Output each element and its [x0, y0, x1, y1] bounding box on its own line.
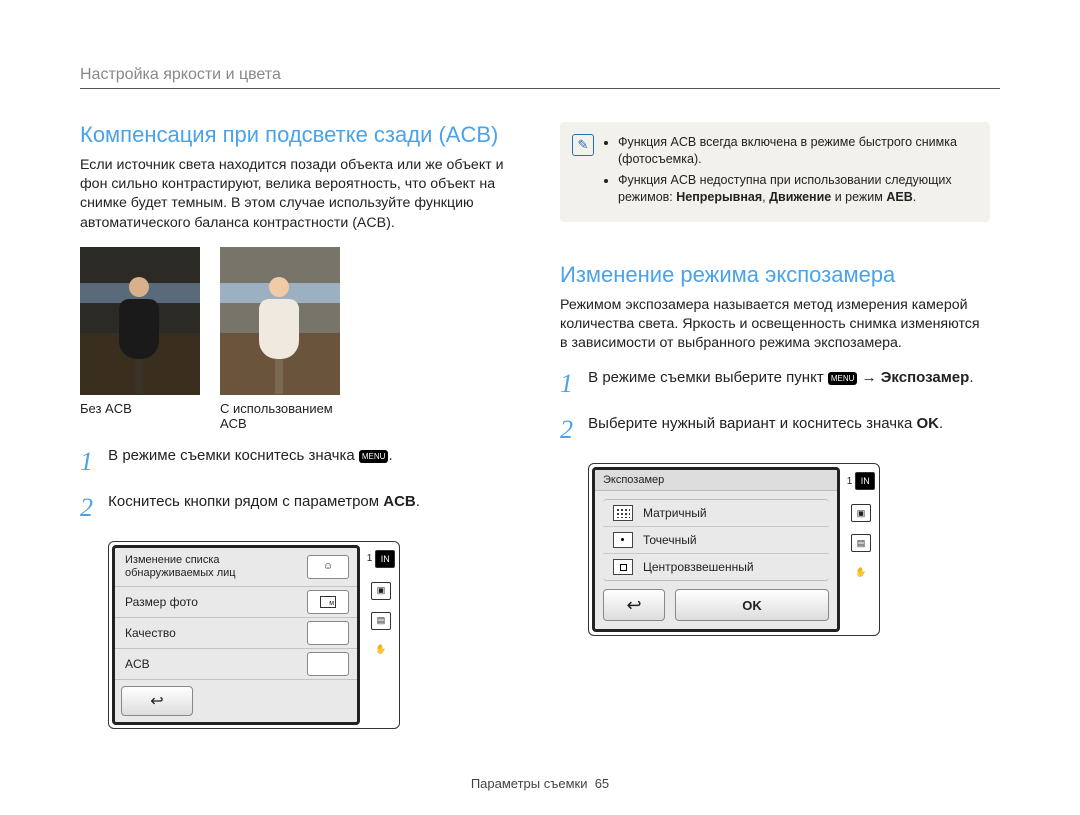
device-mock-metering: Экспозамер Матричный Точечный Центров — [588, 463, 880, 636]
note-box: ✎ Функция ACB всегда включена в режиме б… — [560, 122, 990, 222]
acb-toggle-on[interactable]: ON — [307, 652, 349, 676]
device-sidebar: 1IN ▣ ▤ ✋ — [843, 464, 879, 635]
metering-heading: Изменение режима экспозамера — [560, 262, 990, 288]
acb-heading: Компенсация при подсветке сзади (ACB) — [80, 122, 510, 148]
spot-icon — [613, 532, 633, 548]
menu-row-faces[interactable]: Изменение списка обнаруживаемых лиц — [115, 554, 307, 579]
screen-title: Экспозамер — [595, 470, 837, 491]
storage-in-icon: IN — [375, 550, 395, 568]
menu-row-acb[interactable]: ACB — [115, 657, 307, 671]
ok-button[interactable]: OK — [675, 589, 829, 621]
acb-paragraph: Если источник света находится позади объ… — [80, 156, 510, 233]
option-center[interactable]: Центровзвешенный — [603, 554, 829, 580]
photo-lite — [220, 247, 340, 395]
page-footer: Параметры съемки 65 — [0, 776, 1080, 791]
sidebar-hand-icon[interactable]: ✋ — [372, 642, 390, 658]
sample-no-acb: Без ACB — [80, 247, 200, 431]
sidebar-icon[interactable]: ▤ — [371, 612, 391, 630]
step-number: 1 — [560, 369, 584, 399]
step-text: В режиме съемки выберите пункт MENU → Эк… — [588, 369, 973, 386]
ok-label: OK — [916, 415, 939, 432]
left-column: Компенсация при подсветке сзади (ACB) Ес… — [80, 122, 510, 729]
sidebar-icon[interactable]: ▣ — [371, 582, 391, 600]
right-step-1: 1 В режиме съемки выберите пункт MENU → … — [560, 369, 990, 399]
menu-row-quality[interactable]: Качество — [115, 626, 307, 640]
right-column: ✎ Функция ACB всегда включена в режиме б… — [560, 122, 990, 729]
option-matrix[interactable]: Матричный — [603, 500, 829, 527]
back-button[interactable]: ↩ — [121, 686, 193, 716]
right-step-2: 2 Выберите нужный вариант и коснитесь зн… — [560, 415, 990, 445]
sidebar-icon[interactable]: ▤ — [851, 534, 871, 552]
note-line-2: Функция ACB недоступна при использовании… — [618, 172, 974, 206]
note-line-1: Функция ACB всегда включена в режиме быс… — [618, 134, 974, 168]
menu-icon: MENU — [359, 450, 389, 463]
header-rule — [80, 88, 1000, 89]
matrix-icon — [613, 505, 633, 521]
menu-icon: MENU — [828, 372, 858, 385]
page-header: Настройка яркости и цвета — [80, 66, 281, 84]
size-value-icon[interactable]: м — [307, 590, 349, 614]
step-text: В режиме съемки коснитесь значка MENU. — [108, 447, 392, 464]
note-icon: ✎ — [572, 134, 594, 156]
sample-with-acb: С использованием ACB — [220, 247, 340, 431]
step-text: Выберите нужный вариант и коснитесь знач… — [588, 415, 943, 432]
option-spot[interactable]: Точечный — [603, 527, 829, 554]
step-text: Коснитесь кнопки рядом с параметром ACB. — [108, 493, 420, 510]
storage-in-icon: IN — [855, 472, 875, 490]
menu-row-size[interactable]: Размер фото — [115, 595, 307, 609]
device-mock-acb: Изменение списка обнаруживаемых лиц ☺ Ра… — [108, 541, 400, 729]
sample-row: Без ACB С использованием ACB — [80, 247, 510, 431]
step-number: 2 — [560, 415, 584, 445]
left-step-2: 2 Коснитесь кнопки рядом с параметром AC… — [80, 493, 510, 523]
back-button[interactable]: ↩ — [603, 589, 665, 621]
step-number: 1 — [80, 447, 104, 477]
device-sidebar: 1IN ▣ ▤ ✋ — [363, 542, 399, 728]
quality-value-icon[interactable] — [307, 621, 349, 645]
center-icon — [613, 559, 633, 575]
photo-dark — [80, 247, 200, 395]
metering-paragraph: Режимом экспозамера называется метод изм… — [560, 296, 990, 354]
caption-with-acb: С использованием ACB — [220, 401, 340, 431]
sidebar-hand-icon[interactable]: ✋ — [852, 564, 870, 580]
step-number: 2 — [80, 493, 104, 523]
left-step-1: 1 В режиме съемки коснитесь значка MENU. — [80, 447, 510, 477]
sidebar-icon[interactable]: ▣ — [851, 504, 871, 522]
caption-no-acb: Без ACB — [80, 401, 200, 416]
faces-value-icon[interactable]: ☺ — [307, 555, 349, 579]
